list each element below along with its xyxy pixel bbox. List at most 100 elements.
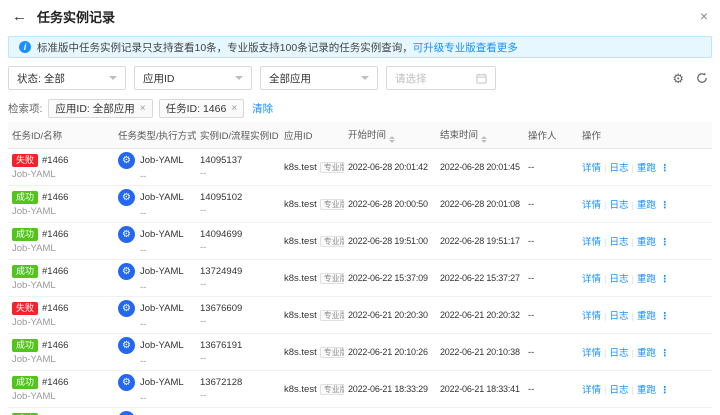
exec-mode: -- xyxy=(140,393,192,404)
action-rerun-link[interactable]: 重跑 xyxy=(637,385,656,396)
filter-bar: 状态: 全部 应用ID 全部应用 请选择 ⚙ xyxy=(8,66,712,90)
action-log-link[interactable]: 日志 xyxy=(609,163,628,174)
end-time: 2022-06-28 19:51:17 xyxy=(436,223,524,260)
banner-text: 标准版中任务实例记录只支持查看10条，专业版支持100条记录的任务实例查询， xyxy=(37,40,413,55)
tag-close-icon[interactable]: × xyxy=(231,103,237,114)
column-header-start-time[interactable]: 开始时间 xyxy=(344,122,436,149)
action-detail-link[interactable]: 详情 xyxy=(582,163,601,174)
topbar: ← 任务实例记录 × xyxy=(0,0,720,28)
chevron-down-icon xyxy=(361,76,369,80)
task-id: #1466 xyxy=(42,377,68,388)
more-actions-icon[interactable]: ⋮ xyxy=(660,348,670,359)
info-banner: i 标准版中任务实例记录只支持查看10条，专业版支持100条记录的任务实例查询，… xyxy=(8,36,712,58)
flow-instance-id: -- xyxy=(200,168,276,179)
info-icon: i xyxy=(19,41,31,53)
status-badge: 成功 xyxy=(12,191,38,205)
column-header-instance-id: 实例ID/流程实例ID xyxy=(196,122,280,149)
task-name: Job-YAML xyxy=(12,243,110,254)
action-rerun-link[interactable]: 重跑 xyxy=(637,311,656,322)
flow-instance-id: -- xyxy=(200,353,276,364)
table-row: 成功 #1466 Job-YAML ⚙ Job-YAML -- 13724949… xyxy=(8,260,712,297)
pro-edition-tag: 专业版 xyxy=(320,236,344,247)
operator: -- xyxy=(524,297,578,334)
more-actions-icon[interactable]: ⋮ xyxy=(660,237,670,248)
filter-tag-app[interactable]: 应用ID: 全部应用 × xyxy=(48,99,152,118)
pro-edition-tag: 专业版 xyxy=(320,310,344,321)
column-header-operator: 操作人 xyxy=(524,122,578,149)
action-detail-link[interactable]: 详情 xyxy=(582,274,601,285)
tag-close-icon[interactable]: × xyxy=(140,103,146,114)
more-actions-icon[interactable]: ⋮ xyxy=(660,385,670,396)
back-icon[interactable]: ← xyxy=(12,9,27,24)
exec-mode: -- xyxy=(140,319,192,330)
filter-tag-task[interactable]: 任务ID: 1466 × xyxy=(159,99,245,118)
action-log-link[interactable]: 日志 xyxy=(609,200,628,211)
upgrade-pro-link[interactable]: 可升级专业版查看更多 xyxy=(413,40,518,55)
exec-mode: -- xyxy=(140,282,192,293)
all-apps-select[interactable]: 全部应用 xyxy=(260,66,378,90)
action-detail-link[interactable]: 详情 xyxy=(582,385,601,396)
column-header-task-id: 任务ID/名称 xyxy=(8,122,114,149)
more-actions-icon[interactable]: ⋮ xyxy=(660,274,670,285)
end-time: 2022-06-28 20:01:45 xyxy=(436,149,524,186)
operator: -- xyxy=(524,149,578,186)
app-id: k8s.test xyxy=(284,162,317,173)
gear-icon: ⚙ xyxy=(672,72,684,85)
table-row: 成功 #1466 Job-YAML ⚙ Job-YAML -- 13672012… xyxy=(8,408,712,415)
action-log-link[interactable]: 日志 xyxy=(609,311,628,322)
more-actions-icon[interactable]: ⋮ xyxy=(660,311,670,322)
status-badge: 成功 xyxy=(12,376,38,390)
sort-icon[interactable] xyxy=(481,136,487,143)
action-rerun-link[interactable]: 重跑 xyxy=(637,274,656,285)
task-name: Job-YAML xyxy=(12,391,110,402)
clear-filters-link[interactable]: 清除 xyxy=(252,101,273,116)
action-rerun-link[interactable]: 重跑 xyxy=(637,200,656,211)
column-settings-button[interactable]: ⚙ xyxy=(672,72,684,85)
job-icon: ⚙ xyxy=(118,152,135,169)
close-icon[interactable]: × xyxy=(700,9,708,23)
action-rerun-link[interactable]: 重跑 xyxy=(637,237,656,248)
action-detail-link[interactable]: 详情 xyxy=(582,348,601,359)
column-header-app-id: 应用ID xyxy=(280,122,344,149)
action-log-link[interactable]: 日志 xyxy=(609,274,628,285)
refresh-button[interactable] xyxy=(696,72,708,84)
task-name: Job-YAML xyxy=(12,354,110,365)
job-icon: ⚙ xyxy=(118,263,135,280)
more-actions-icon[interactable]: ⋮ xyxy=(660,200,670,211)
action-log-link[interactable]: 日志 xyxy=(609,348,628,359)
action-rerun-link[interactable]: 重跑 xyxy=(637,163,656,174)
job-icon: ⚙ xyxy=(118,300,135,317)
app-id-select[interactable]: 应用ID xyxy=(134,66,252,90)
task-instance-records-panel: ← 任务实例记录 × i 标准版中任务实例记录只支持查看10条，专业版支持100… xyxy=(0,0,720,415)
task-type: Job-YAML xyxy=(140,377,184,388)
app-id: k8s.test xyxy=(284,384,317,395)
sort-icon[interactable] xyxy=(389,136,395,143)
action-log-link[interactable]: 日志 xyxy=(609,385,628,396)
status-select[interactable]: 状态: 全部 xyxy=(8,66,126,90)
instance-id: 13676609 xyxy=(200,303,276,314)
pro-edition-tag: 专业版 xyxy=(320,273,344,284)
task-name: Job-YAML xyxy=(12,206,110,217)
status-badge: 成功 xyxy=(12,228,38,242)
end-time: 2022-06-21 20:10:38 xyxy=(436,334,524,371)
action-detail-link[interactable]: 详情 xyxy=(582,237,601,248)
action-detail-link[interactable]: 详情 xyxy=(582,200,601,211)
chevron-down-icon xyxy=(109,76,117,80)
action-log-link[interactable]: 日志 xyxy=(609,237,628,248)
action-rerun-link[interactable]: 重跑 xyxy=(637,348,656,359)
page-title: 任务实例记录 xyxy=(37,7,115,26)
column-header-end-time[interactable]: 结束时间 xyxy=(436,122,524,149)
task-id: #1466 xyxy=(42,340,68,351)
more-actions-icon[interactable]: ⋮ xyxy=(660,163,670,174)
operator: -- xyxy=(524,260,578,297)
task-id: #1466 xyxy=(42,266,68,277)
task-name: Job-YAML xyxy=(12,280,110,291)
action-detail-link[interactable]: 详情 xyxy=(582,311,601,322)
task-type: Job-YAML xyxy=(140,266,184,277)
status-badge: 成功 xyxy=(12,265,38,279)
task-name: Job-YAML xyxy=(12,169,110,180)
status-badge: 成功 xyxy=(12,339,38,353)
search-label: 检索项: xyxy=(8,101,42,116)
date-picker[interactable]: 请选择 xyxy=(386,66,496,90)
pro-edition-tag: 专业版 xyxy=(320,162,344,173)
